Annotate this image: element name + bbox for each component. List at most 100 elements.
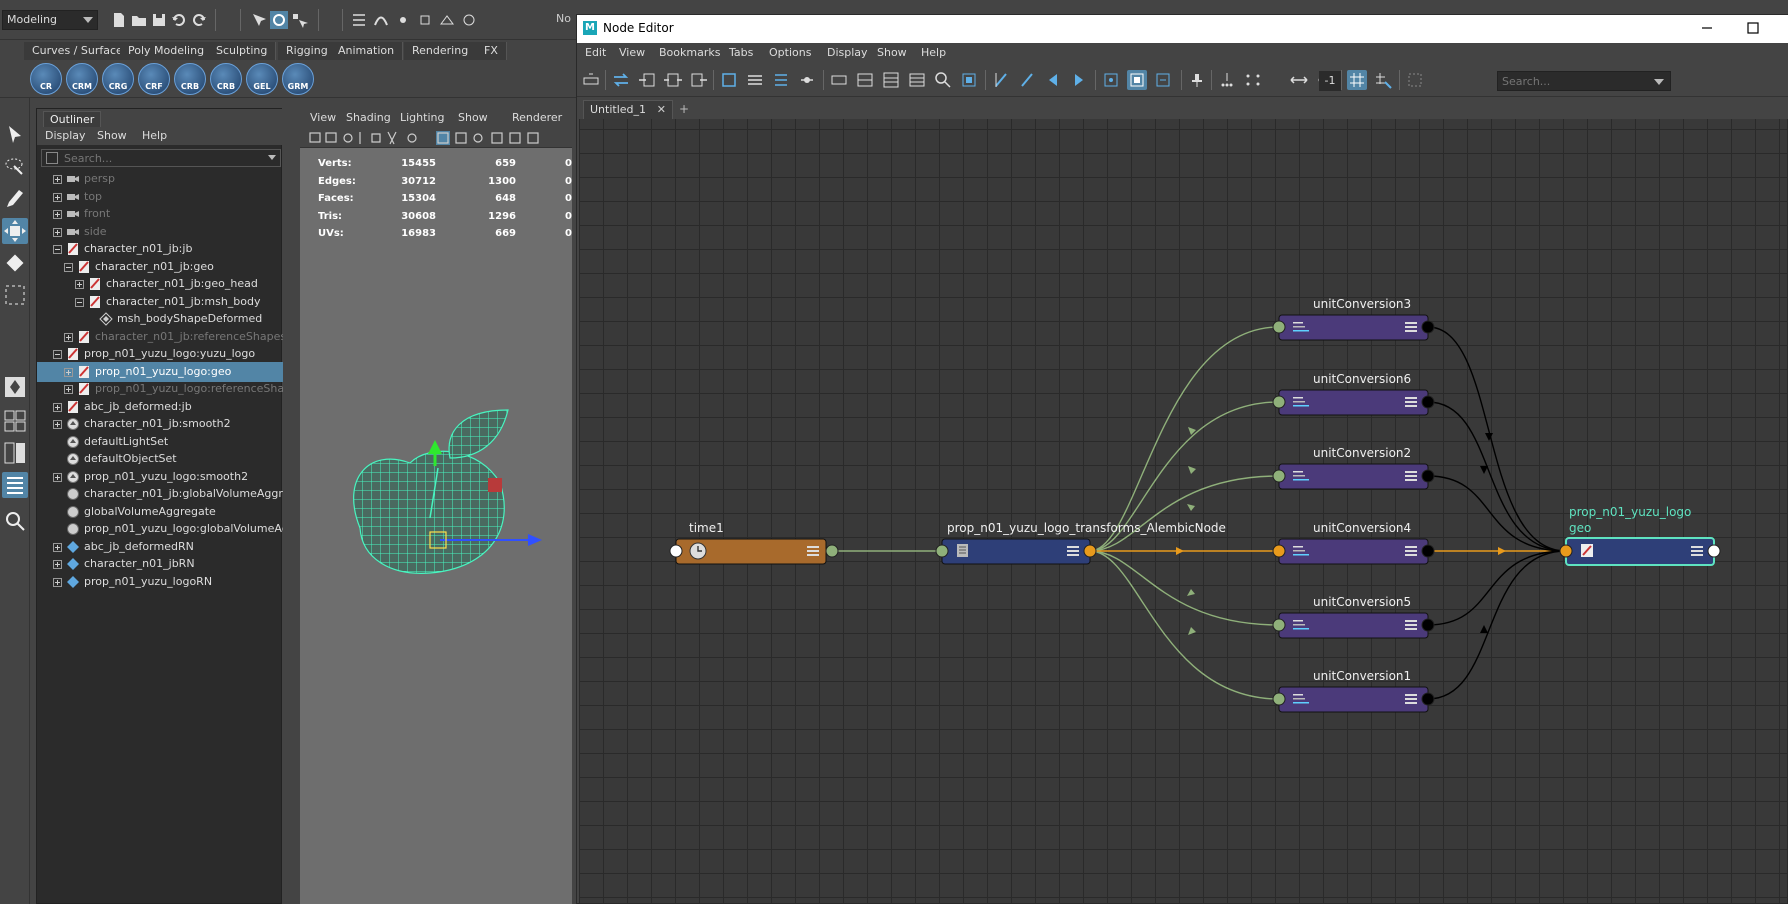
expand-icon[interactable] — [53, 420, 62, 429]
grid-spacing-icon[interactable] — [1243, 70, 1263, 90]
shelf-button-crm[interactable]: CRM — [66, 63, 98, 95]
close-icon[interactable]: ✕ — [657, 103, 666, 116]
shelf-tab-rigging[interactable]: Rigging — [278, 42, 337, 60]
shelf-button-crb-2[interactable]: CRB — [210, 63, 242, 95]
snap-to-curve-icon[interactable] — [372, 11, 390, 29]
node-uc2[interactable] — [1272, 463, 1435, 490]
input-connections-icon[interactable] — [637, 70, 657, 90]
select-by-hierarchy-icon[interactable] — [250, 11, 268, 29]
expand-icon[interactable] — [53, 542, 62, 552]
snap-to-view-plane-icon[interactable] — [438, 11, 456, 29]
snap-to-point-icon[interactable] — [394, 11, 412, 29]
outliner-item[interactable]: prop_n01_yuzu_logoRN — [37, 572, 283, 592]
custom-mode-icon[interactable] — [907, 70, 927, 90]
ne-menu-options[interactable]: Options — [769, 46, 811, 59]
node-search-input[interactable] — [1502, 74, 1652, 89]
node-editor-titlebar[interactable]: M Node Editor — [577, 15, 1788, 43]
expand-icon[interactable] — [53, 402, 62, 412]
toggle-swatches-icon[interactable] — [1405, 70, 1425, 90]
shelf-tab-fx[interactable]: FX — [476, 42, 507, 60]
expand-icon[interactable] — [64, 332, 73, 342]
menu-set-dropdown[interactable]: Modeling — [2, 10, 98, 30]
shelf-button-grm[interactable]: GRM — [282, 63, 314, 95]
input-output-connections-icon[interactable] — [611, 70, 631, 90]
expand-icon[interactable] — [53, 560, 62, 569]
node-graph-canvas[interactable]: time1 prop_n01_yuzu_logo_transforms_Alem… — [579, 119, 1787, 903]
pin-icon[interactable] — [1187, 70, 1207, 90]
shelf-button-crg[interactable]: CRG — [102, 63, 134, 95]
shelf-button-crb[interactable]: CRB — [174, 63, 206, 95]
rotate-tool-icon[interactable] — [2, 250, 28, 276]
expand-icon[interactable] — [64, 367, 73, 377]
connected-mode-icon[interactable] — [855, 70, 875, 90]
snap-to-grid-icon[interactable] — [1373, 70, 1393, 90]
lasso-tool-icon[interactable] — [2, 154, 28, 180]
select-tool-icon[interactable] — [2, 122, 28, 148]
expand-icon[interactable] — [53, 175, 62, 184]
four-pane-layout-icon[interactable] — [2, 408, 28, 434]
shelf-button-cr[interactable]: CR — [30, 63, 62, 95]
outliner-menu-help[interactable]: Help — [142, 129, 167, 142]
shape-display-icon[interactable] — [959, 70, 979, 90]
move-tool-icon[interactable] — [2, 218, 28, 244]
outliner-tab[interactable]: Outliner — [43, 111, 102, 127]
yuzu-logo-mesh[interactable] — [300, 148, 572, 904]
filter-icon[interactable] — [46, 152, 58, 164]
graph-selected-icon[interactable] — [1101, 70, 1121, 90]
collapse-icon[interactable] — [75, 297, 84, 307]
expand-icon[interactable] — [53, 577, 62, 587]
collapse-icon[interactable] — [53, 245, 62, 254]
viewport-menu-renderer[interactable]: Renderer — [512, 111, 562, 124]
redo-icon[interactable] — [190, 11, 208, 29]
node-uc3[interactable] — [1272, 314, 1435, 341]
shelf-tab-poly-modeling[interactable]: Poly Modeling — [120, 42, 214, 60]
viewport-toolbar-icons[interactable] — [300, 128, 572, 148]
ne-menu-edit[interactable]: Edit — [585, 46, 606, 59]
minimize-icon[interactable] — [1699, 20, 1715, 36]
ne-menu-display[interactable]: Display — [827, 46, 868, 59]
viewport-menu-view[interactable]: View — [310, 111, 336, 124]
chevron-down-icon[interactable] — [268, 155, 276, 160]
viewport-menu-shading[interactable]: Shading — [346, 111, 391, 124]
show-grid-icon[interactable] — [1347, 70, 1367, 90]
expand-icon[interactable] — [75, 280, 84, 289]
expand-icon[interactable] — [53, 192, 62, 202]
ne-menu-show[interactable]: Show — [877, 46, 907, 59]
expand-icon[interactable] — [53, 210, 62, 219]
outliner-menu-show[interactable]: Show — [97, 129, 127, 142]
node-uc1[interactable] — [1272, 686, 1435, 713]
maximize-icon[interactable] — [1745, 20, 1761, 36]
pin-depth-field[interactable]: -1 — [1319, 71, 1341, 91]
expand-icon[interactable] — [53, 472, 62, 482]
snap-to-projected-center-icon[interactable] — [416, 11, 434, 29]
chevron-down-icon[interactable] — [1654, 79, 1664, 85]
add-bookmark-icon[interactable] — [991, 70, 1011, 90]
make-live-icon[interactable] — [460, 11, 478, 29]
clear-graph-icon[interactable] — [1153, 70, 1173, 90]
outliner-search-input[interactable] — [64, 151, 254, 165]
collapse-icon[interactable] — [53, 350, 62, 359]
full-mode-icon[interactable] — [881, 70, 901, 90]
expand-spacing-icon[interactable] — [1289, 70, 1309, 90]
node-uc4[interactable] — [1272, 538, 1435, 565]
perspective-viewport[interactable]: Verts: 15455 659 0 Edges: 30712 1300 0 Faces: 153… — [300, 148, 572, 904]
shelf-tab-sculpting[interactable]: Sculpting — [208, 42, 277, 60]
simple-mode-icon[interactable] — [829, 70, 849, 90]
layout-vertical-icon[interactable] — [771, 70, 791, 90]
edit-bookmark-icon[interactable] — [1017, 70, 1037, 90]
search-icon[interactable] — [2, 508, 28, 534]
node-uc6[interactable] — [1272, 389, 1435, 416]
input-output-graph-icon[interactable] — [663, 70, 683, 90]
node-uc5[interactable] — [1272, 612, 1435, 639]
attribute-filter-icon[interactable] — [1127, 70, 1147, 90]
expand-icon[interactable] — [64, 385, 73, 394]
ne-menu-view[interactable]: View — [619, 46, 645, 59]
single-pane-layout-icon[interactable] — [2, 374, 28, 400]
ne-menu-tabs[interactable]: Tabs — [729, 46, 753, 59]
layout-horizontal-icon[interactable] — [745, 70, 765, 90]
scale-tool-icon[interactable] — [2, 282, 28, 308]
output-connections-icon[interactable] — [689, 70, 709, 90]
new-scene-icon[interactable] — [110, 11, 128, 29]
select-by-component-icon[interactable] — [290, 11, 308, 29]
add-node-icon[interactable] — [581, 70, 601, 90]
